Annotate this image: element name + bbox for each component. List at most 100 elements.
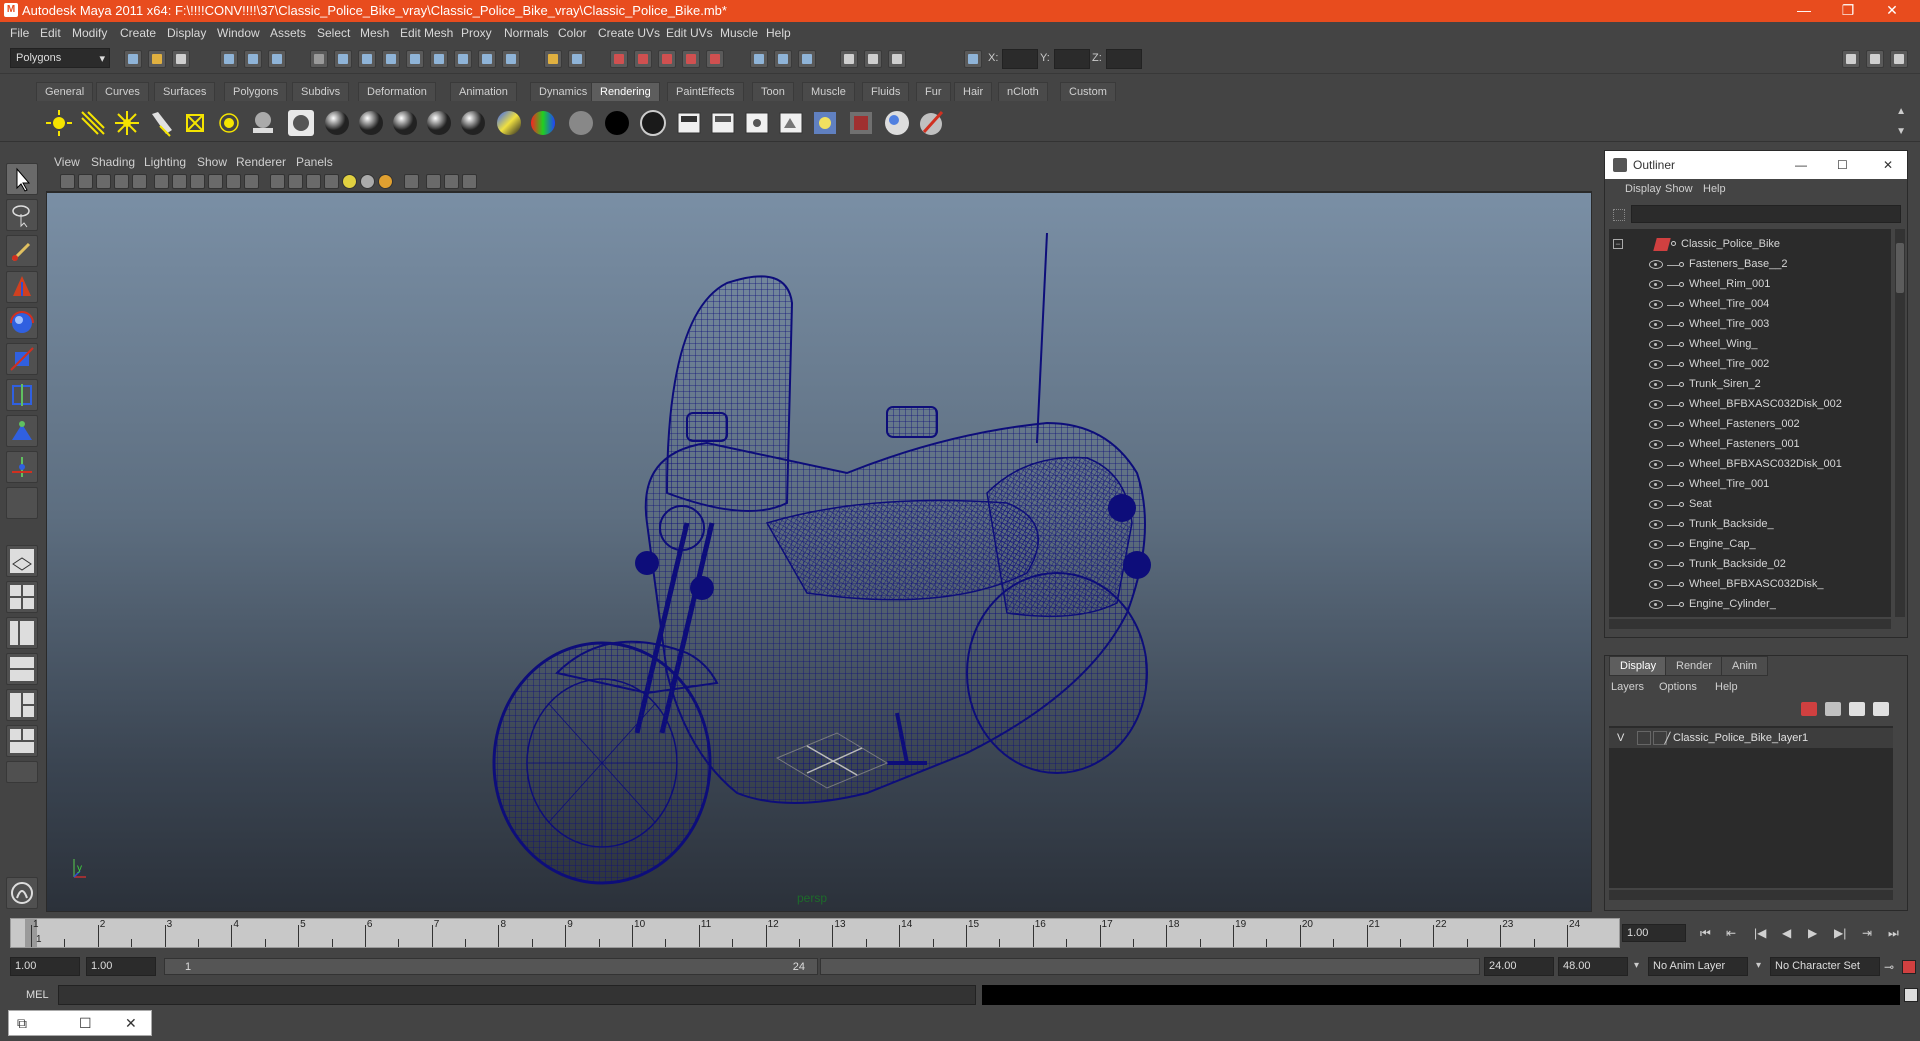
volume-light-icon[interactable] [214, 108, 244, 138]
outliner-item[interactable]: Wheel_BFBXASC032Disk_ [1609, 575, 1891, 595]
viewport-menu-panels[interactable]: Panels [296, 155, 333, 169]
layer-menu-help[interactable]: Help [1715, 681, 1738, 693]
outliner-item[interactable]: Wheel_BFBXASC032Disk_001 [1609, 455, 1891, 475]
surface-shader-black-icon[interactable] [602, 108, 632, 138]
shadows-icon[interactable] [360, 174, 375, 189]
menu-mesh[interactable]: Mesh [360, 26, 389, 40]
outliner-close-button[interactable]: ✕ [1883, 158, 1893, 172]
shelf-tab-general[interactable]: General [36, 82, 94, 101]
outliner-item[interactable]: Trunk_Backside_ [1609, 515, 1891, 535]
spot-light-icon[interactable] [146, 108, 176, 138]
shelf-tab-curves[interactable]: Curves [96, 82, 149, 101]
mode-selector[interactable]: Polygons ▾ [10, 48, 110, 68]
perspective-viewport[interactable]: y persp [46, 192, 1592, 912]
select-misc-icon[interactable] [502, 50, 520, 68]
menu-window[interactable]: Window [217, 26, 260, 40]
viewport-menu-view[interactable]: View [54, 155, 80, 169]
maximize-button[interactable]: ❐ [1826, 0, 1870, 22]
menu-edit[interactable]: Edit [40, 26, 61, 40]
textured-icon[interactable] [324, 174, 339, 189]
layer-name[interactable]: Classic_Police_Bike_layer1 [1673, 732, 1808, 744]
custom-layout-icon[interactable] [6, 761, 38, 783]
lighting-shading-icon[interactable] [248, 108, 278, 138]
render-view-shelf-icon[interactable] [810, 108, 840, 138]
area-light-icon[interactable] [180, 108, 210, 138]
outliner-menu-show[interactable]: Show [1665, 183, 1693, 195]
x-field[interactable] [1002, 49, 1038, 69]
minimized-window-close-icon[interactable]: ✕ [125, 1015, 137, 1032]
outliner-root-item[interactable]: − Classic_Police_Bike [1609, 235, 1891, 255]
close-button[interactable]: ✕ [1870, 0, 1914, 22]
image-plane-icon[interactable] [114, 174, 129, 189]
layer-tab-render[interactable]: Render [1665, 656, 1724, 676]
outliner-menu-display[interactable]: Display [1625, 183, 1661, 195]
universal-manipulator-icon[interactable] [6, 379, 38, 411]
two-d-pan-zoom-icon[interactable] [132, 174, 147, 189]
anim-layer-dropdown-icon[interactable]: ▾ [1634, 960, 1639, 971]
select-camera-icon[interactable] [60, 174, 75, 189]
motorcycle-wireframe-model[interactable] [47, 193, 1592, 912]
shelf-tab-toon[interactable]: Toon [752, 82, 794, 101]
create-layer-from-selected-icon[interactable] [1873, 702, 1889, 716]
new-scene-icon[interactable] [124, 50, 142, 68]
anim-layer-selector[interactable]: No Anim Layer [1648, 957, 1748, 976]
menu-file[interactable]: File [10, 26, 29, 40]
step-forward-key-button[interactable]: ⇥ [1862, 926, 1872, 940]
toggle-attribute-editor-icon[interactable] [1842, 50, 1860, 68]
scale-tool-icon[interactable] [6, 343, 38, 375]
play-backwards-button[interactable]: ◀ [1782, 926, 1791, 940]
menu-help[interactable]: Help [766, 26, 791, 40]
outliner-item[interactable]: Engine_Cap_ [1609, 535, 1891, 555]
smooth-shade-icon[interactable] [288, 174, 303, 189]
animation-preferences-icon[interactable] [1902, 960, 1916, 974]
go-to-end-button[interactable]: ⏭ [1888, 926, 1899, 941]
outliner-scroll-thumb[interactable] [1896, 243, 1904, 293]
select-object-icon[interactable] [244, 50, 262, 68]
outliner-item[interactable]: Wheel_Rim_001 [1609, 275, 1891, 295]
select-rendering-icon[interactable] [478, 50, 496, 68]
ambient-light-icon[interactable] [44, 108, 74, 138]
y-field[interactable] [1054, 49, 1090, 69]
lasso-tool-icon[interactable] [6, 199, 38, 231]
step-forward-frame-button[interactable]: ▶| [1834, 926, 1846, 940]
paint-select-tool-icon[interactable] [6, 235, 38, 267]
animation-start-time-field[interactable]: 1.00 [10, 957, 80, 976]
layer-visibility-toggle[interactable]: V [1617, 732, 1624, 744]
paint-render-icon[interactable] [916, 108, 946, 138]
go-to-start-button[interactable]: ⏮ [1700, 926, 1711, 941]
ipr-render-shelf-icon[interactable] [708, 108, 738, 138]
menu-create[interactable]: Create [120, 26, 156, 40]
hypershade-icon[interactable] [286, 108, 316, 138]
playback-start-time-field[interactable]: 1.00 [86, 957, 156, 976]
point-light-icon[interactable] [112, 108, 142, 138]
layer-horizontal-scrollbar[interactable] [1609, 890, 1893, 900]
single-perspective-layout-icon[interactable] [6, 545, 38, 577]
render-settings-shelf-icon[interactable] [742, 108, 772, 138]
shelf-tab-surfaces[interactable]: Surfaces [154, 82, 216, 101]
outliner-minimize-button[interactable]: — [1795, 158, 1807, 172]
last-tool-icon[interactable] [6, 487, 38, 519]
z-field[interactable] [1106, 49, 1142, 69]
playback-end-time-field[interactable]: 24.00 [1484, 957, 1554, 976]
input-line-icon[interactable] [888, 50, 906, 68]
directional-light-icon[interactable] [78, 108, 108, 138]
xray-icon[interactable] [426, 174, 441, 189]
surface-shader-grey-icon[interactable] [566, 108, 596, 138]
outliner-item[interactable]: helm_Radio [1609, 615, 1891, 617]
lock-selection-icon[interactable] [544, 50, 562, 68]
menu-color[interactable]: Color [558, 26, 587, 40]
select-hierarchy-icon[interactable] [220, 50, 238, 68]
current-time-field[interactable]: 1.00 [1622, 924, 1686, 942]
outliner-menu-help[interactable]: Help [1703, 183, 1726, 195]
outliner-item[interactable]: Wheel_Tire_001 [1609, 475, 1891, 495]
create-empty-layer-icon[interactable] [1849, 702, 1865, 716]
transform-field-mode-icon[interactable] [964, 50, 982, 68]
outliner-horizontal-scrollbar[interactable] [1609, 619, 1891, 629]
collapse-icon[interactable]: − [1613, 239, 1623, 249]
command-input-field[interactable] [58, 985, 976, 1005]
character-set-dropdown-icon[interactable]: ▾ [1756, 960, 1761, 971]
layer-row[interactable]: V Classic_Police_Bike_layer1 [1609, 728, 1893, 748]
select-handles-icon[interactable] [334, 50, 352, 68]
outliner-maximize-button[interactable]: ☐ [1837, 158, 1848, 172]
persp-outliner-layout-icon[interactable] [6, 617, 38, 649]
